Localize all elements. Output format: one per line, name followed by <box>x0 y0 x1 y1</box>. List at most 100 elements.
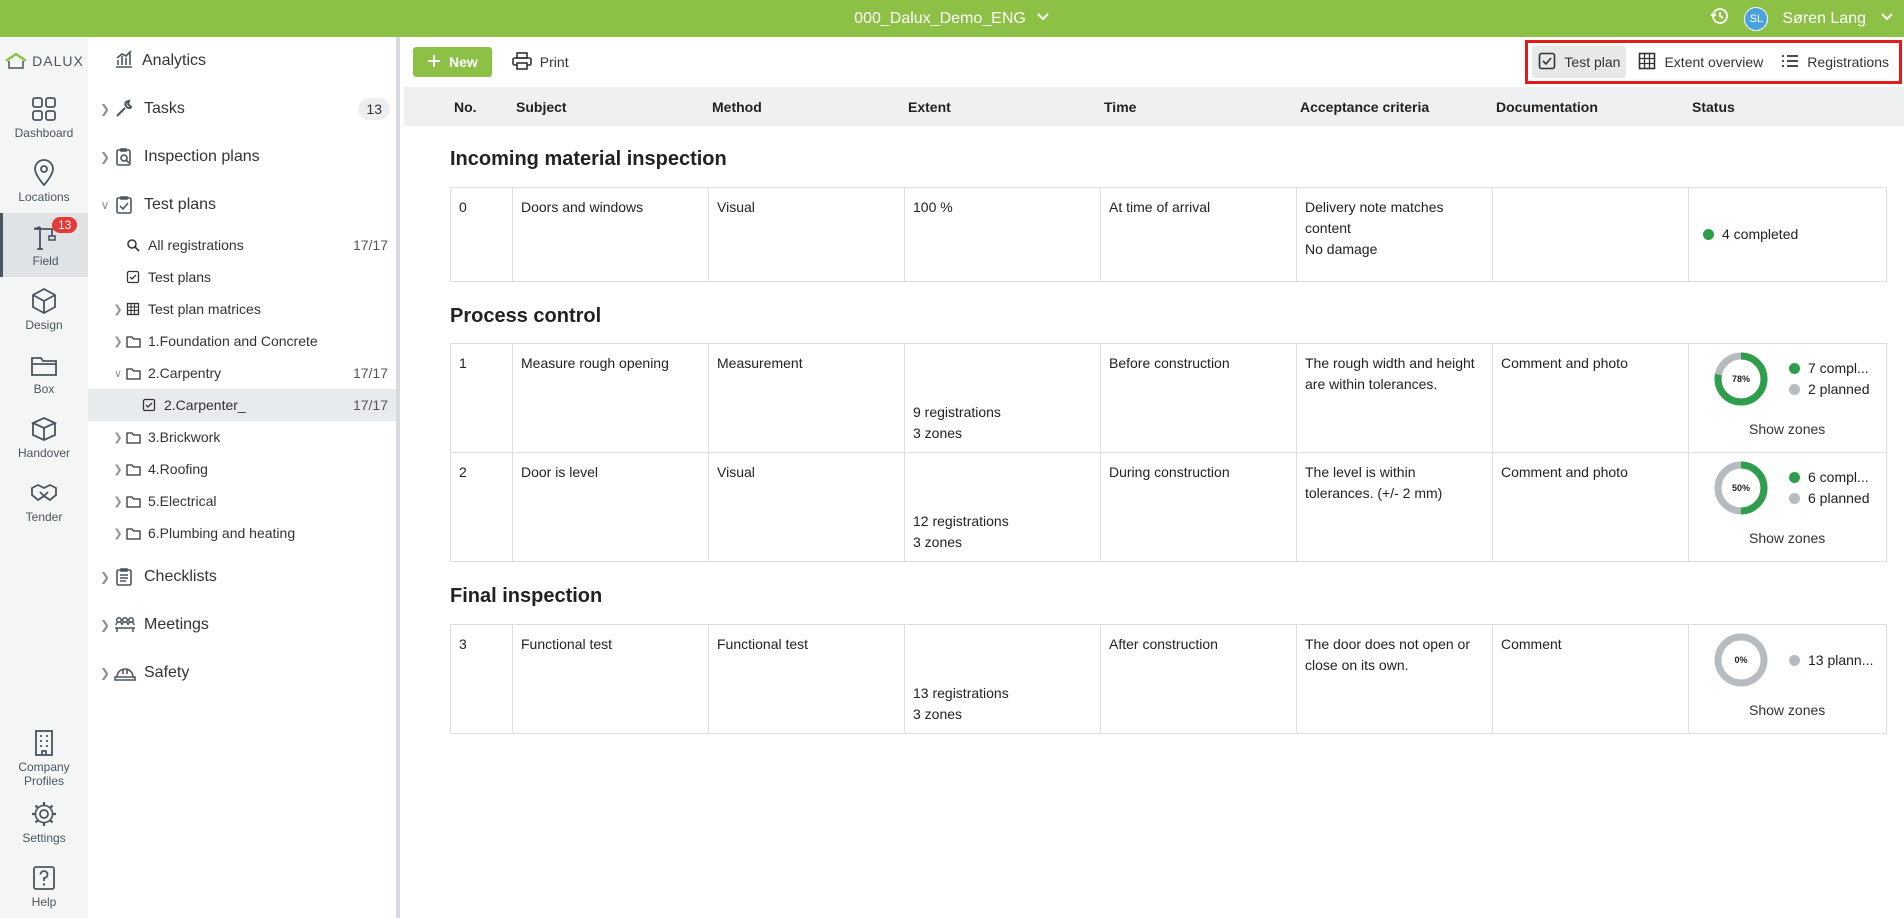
sidebar-item-carpenter[interactable]: 2.Carpenter_ 17/17 <box>88 389 396 421</box>
table-row[interactable]: 0 Doors and windows Visual 100 % At time… <box>450 187 1887 282</box>
sidebar-item-foundation[interactable]: ❯ 1.Foundation and Concrete <box>88 325 396 357</box>
progress-donut[interactable]: 78% <box>1713 351 1769 407</box>
sidebar-item-plumbing[interactable]: ❯ 6.Plumbing and heating <box>88 517 396 549</box>
chevron-right-icon[interactable]: ❯ <box>96 618 114 632</box>
toolbar: New Print Test plan Extent overview Regi… <box>404 37 1904 87</box>
header-subject[interactable]: Subject <box>516 99 567 115</box>
view-extent-overview-button[interactable]: Extent overview <box>1632 46 1769 78</box>
chevron-down-icon[interactable]: ∨ <box>110 367 126 380</box>
cell-extent: 9 registrations 3 zones <box>905 344 1101 452</box>
sidebar-item-tasks[interactable]: ❯ Tasks 13 <box>88 85 396 133</box>
planned-dot <box>1789 384 1800 395</box>
sidebar-item-checklists[interactable]: ❯ Checklists <box>88 553 396 601</box>
rail-item-handover[interactable]: Handover <box>0 405 88 469</box>
new-button[interactable]: New <box>413 47 492 77</box>
rail-item-settings[interactable]: Settings <box>0 790 88 854</box>
dalux-logo[interactable]: DALUX <box>0 37 88 85</box>
chevron-right-icon[interactable]: ❯ <box>96 666 114 680</box>
history-icon[interactable] <box>1710 6 1730 31</box>
project-selector[interactable]: 000_Dalux_Demo_ENG <box>0 0 1904 37</box>
gear-icon <box>32 802 56 826</box>
header-time[interactable]: Time <box>1104 99 1136 115</box>
sidebar-label: 4.Roofing <box>148 461 208 477</box>
user-name[interactable]: Søren Lang <box>1782 10 1866 28</box>
acceptance-line: content <box>1305 220 1351 236</box>
rail-item-design[interactable]: Design <box>0 277 88 341</box>
sidebar-item-all-registrations[interactable]: All registrations 17/17 <box>88 229 396 261</box>
chevron-down-icon[interactable] <box>1880 9 1894 28</box>
project-name: 000_Dalux_Demo_ENG <box>854 9 1026 27</box>
header-method[interactable]: Method <box>712 99 762 115</box>
help-icon <box>33 866 55 890</box>
cell-documentation: Comment and photo <box>1493 453 1689 561</box>
sidebar-item-carpentry[interactable]: ∨ 2.Carpentry 17/17 <box>88 357 396 389</box>
show-zones-link[interactable]: Show zones <box>1749 700 1825 721</box>
chevron-right-icon[interactable]: ❯ <box>110 495 126 508</box>
rail-item-box[interactable]: Box <box>0 341 88 405</box>
sidebar-item-electrical[interactable]: ❯ 5.Electrical <box>88 485 396 517</box>
header-extent[interactable]: Extent <box>908 99 951 115</box>
sidebar-item-roofing[interactable]: ❯ 4.Roofing <box>88 453 396 485</box>
chevron-right-icon[interactable]: ❯ <box>110 335 126 348</box>
progress-donut[interactable]: 0% <box>1713 632 1769 688</box>
sidebar-item-test-plan-matrices[interactable]: ❯ Test plan matrices <box>88 293 396 325</box>
acceptance-line: Delivery note matches <box>1305 199 1444 215</box>
view-switcher: Test plan Extent overview Registrations <box>1525 40 1902 84</box>
rail-item-company-profiles[interactable]: Company Profiles <box>0 726 88 790</box>
folder-icon <box>126 367 144 380</box>
cell-documentation <box>1493 188 1689 281</box>
view-registrations-button[interactable]: Registrations <box>1775 46 1895 78</box>
chevron-right-icon[interactable]: ❯ <box>110 431 126 444</box>
chevron-right-icon[interactable]: ❯ <box>96 150 114 164</box>
chevron-right-icon[interactable]: ❯ <box>110 303 126 316</box>
sidebar-item-inspection-plans[interactable]: ❯ Inspection plans <box>88 133 396 181</box>
chevron-right-icon[interactable]: ❯ <box>96 570 114 584</box>
chevron-right-icon[interactable]: ❯ <box>110 527 126 540</box>
rail-item-locations[interactable]: Locations <box>0 149 88 213</box>
chevron-right-icon[interactable]: ❯ <box>96 102 114 116</box>
show-zones-link[interactable]: Show zones <box>1749 419 1825 440</box>
header-documentation[interactable]: Documentation <box>1496 99 1598 115</box>
sidebar-item-test-plans-list[interactable]: Test plans <box>88 261 396 293</box>
sidebar-item-test-plans[interactable]: ∨ Test plans <box>88 181 396 229</box>
chevron-right-icon[interactable]: ❯ <box>110 463 126 476</box>
user-area: SL Søren Lang <box>1710 0 1894 37</box>
header-status[interactable]: Status <box>1692 99 1735 115</box>
table-row[interactable]: 1 Measure rough opening Measurement 9 re… <box>450 343 1887 453</box>
sidebar-label: Tasks <box>144 100 185 117</box>
table-row[interactable]: 3 Functional test Functional test 13 reg… <box>450 624 1887 734</box>
rail-label: Tender <box>25 510 63 524</box>
building-icon <box>35 730 53 756</box>
extent-summary: 13 registrations 3 zones <box>913 683 1009 725</box>
header-no[interactable]: No. <box>454 99 477 115</box>
sidebar-label: Checklists <box>144 568 217 585</box>
show-zones-link[interactable]: Show zones <box>1749 528 1825 549</box>
main-content: New Print Test plan Extent overview Regi… <box>404 37 1904 918</box>
donut-percent: 0% <box>1734 655 1747 665</box>
extent-zones: 3 zones <box>913 706 963 722</box>
legend-completed-text: 7 compl... <box>1808 360 1869 376</box>
view-test-plan-button[interactable]: Test plan <box>1532 46 1627 78</box>
header-acceptance[interactable]: Acceptance criteria <box>1300 99 1429 115</box>
avatar[interactable]: SL <box>1744 6 1769 31</box>
print-button[interactable]: Print <box>504 47 577 77</box>
sidebar-item-meetings[interactable]: ❯ Meetings <box>88 601 396 649</box>
cell-acceptance: The door does not open or close on its o… <box>1297 625 1493 733</box>
rail-item-tender[interactable]: Tender <box>0 469 88 533</box>
legend-completed: 7 compl... <box>1789 358 1869 379</box>
sidebar-item-safety[interactable]: ❯ Safety <box>88 649 396 697</box>
chevron-down-icon[interactable]: ∨ <box>96 198 114 212</box>
rail-item-field[interactable]: 13 Field <box>0 213 88 277</box>
completed-dot <box>1789 363 1800 374</box>
rail-item-help[interactable]: Help <box>0 854 88 918</box>
sidebar-item-brickwork[interactable]: ❯ 3.Brickwork <box>88 421 396 453</box>
donut-percent: 78% <box>1732 374 1750 384</box>
sidebar-item-analytics[interactable]: Analytics <box>88 37 396 85</box>
extent-summary: 12 registrations 3 zones <box>913 511 1009 553</box>
sidebar-label: 5.Electrical <box>148 493 217 509</box>
cell-no: 1 <box>451 344 513 452</box>
rail-item-dashboard[interactable]: Dashboard <box>0 85 88 149</box>
folder-icon <box>126 527 144 540</box>
progress-donut[interactable]: 50% <box>1713 460 1769 516</box>
table-row[interactable]: 2 Door is level Visual 12 registrations … <box>450 452 1887 562</box>
